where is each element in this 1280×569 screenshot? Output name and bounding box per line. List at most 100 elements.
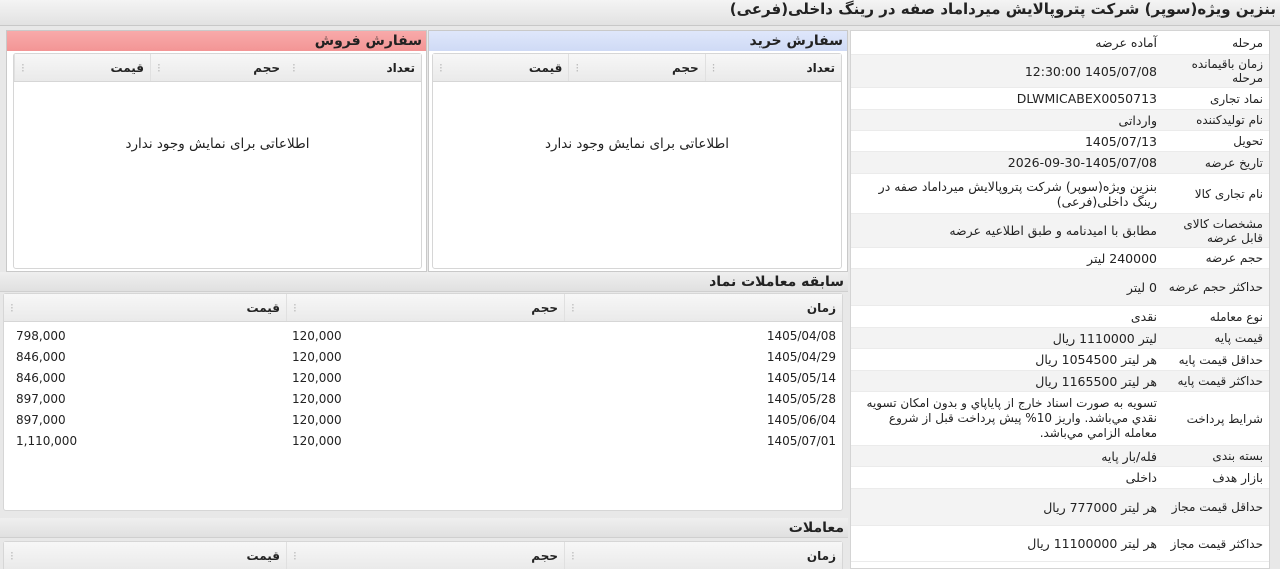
info-label: حداقل قیمت مجاز <box>1171 500 1263 514</box>
buy-orders-empty-message: اطلاعاتی برای نمایش وجود ندارد <box>544 136 730 152</box>
info-row: شرایط پرداخت تسویه به صورت اسناد خارج از … <box>851 392 1269 446</box>
info-value: 1405/07/08 12:30:00 <box>1024 63 1157 79</box>
info-value: لیتر 1110000 ریال <box>1052 330 1157 346</box>
info-label: تاریخ عرضه <box>1204 155 1263 170</box>
trades-grid: زمان ⁝ حجم ⁝ قیمت ⁝ <box>3 541 843 569</box>
column-header-price[interactable]: قیمت ⁝ <box>4 542 286 569</box>
info-row: حداکثر قیمت مجاز هر لیتر 11100000 ریال <box>851 526 1269 562</box>
sell-orders-title: سفارش فروش <box>7 31 426 51</box>
table-row[interactable]: 1405/05/14 120,000 846,000 <box>4 367 842 388</box>
info-value: 240000 لیتر <box>1087 250 1157 266</box>
info-row: حداقل قیمت مجاز هر لیتر 777000 ریال <box>851 489 1269 526</box>
column-resize-icon: ⁝ <box>10 548 14 563</box>
history-header: زمان ⁝ حجم ⁝ قیمت ⁝ <box>4 294 842 322</box>
table-row[interactable]: 1405/04/08 120,000 798,000 <box>4 325 842 346</box>
info-label: بسته بندی <box>1212 449 1263 463</box>
info-row: بسته بندی فله/بار پایه <box>851 446 1269 467</box>
symbol-info-panel: مرحله آماده عرضه زمان باقیمانده مرحله 1405… <box>850 30 1270 569</box>
info-value: 1405/07/13 <box>1084 133 1157 149</box>
info-value: هر لیتر 1165500 ریال <box>1035 373 1157 389</box>
info-row: تحویل 1405/07/13 <box>851 131 1269 152</box>
info-row: حداکثر قیمت پایه هر لیتر 1165500 ریال <box>851 371 1269 392</box>
history-rows: 1405/04/08 120,000 798,000 1405/04/29 120,0… <box>4 322 842 451</box>
column-resize-icon: ⁝ <box>439 60 443 75</box>
column-header-time[interactable]: زمان ⁝ <box>564 542 842 569</box>
sell-orders-panel: سفارش فروش قیمت ⁝ حجم ⁝ تعداد ⁝ اطلاعاتی بر… <box>6 30 427 272</box>
column-header-volume[interactable]: حجم ⁝ <box>286 542 564 569</box>
info-label: قیمت پایه <box>1214 331 1263 345</box>
sell-orders-grid: قیمت ⁝ حجم ⁝ تعداد ⁝ اطلاعاتی برای نمایش وج… <box>13 53 422 269</box>
history-grid: زمان ⁝ حجم ⁝ قیمت ⁝ 1405/04/08 120,000 798,00… <box>3 293 843 511</box>
info-value: فله/بار پایه <box>1101 448 1157 464</box>
info-label: تحویل <box>1233 134 1263 148</box>
column-header-price[interactable]: قیمت ⁝ <box>4 294 286 321</box>
table-row[interactable]: 1405/06/04 120,000 897,000 <box>4 409 842 430</box>
info-label: نوع معامله <box>1209 309 1263 324</box>
column-header-volume[interactable]: حجم ⁝ <box>568 54 704 81</box>
column-resize-icon: ⁝ <box>21 60 25 75</box>
info-row: نام تولیدکننده وارداتی <box>851 110 1269 131</box>
info-row: قیمت پایه لیتر 1110000 ریال <box>851 328 1269 349</box>
column-resize-icon: ⁝ <box>575 60 580 75</box>
info-label: حجم عرضه <box>1205 251 1263 265</box>
column-header-price[interactable]: قیمت ⁝ <box>14 54 150 81</box>
info-label: حداقل قیمت پایه <box>1178 352 1263 367</box>
trades-header: زمان ⁝ حجم ⁝ قیمت ⁝ <box>4 542 842 569</box>
trades-title: معاملات <box>0 518 848 538</box>
info-label: نام تجاری کالا <box>1194 186 1263 201</box>
column-resize-icon: ⁝ <box>292 60 296 75</box>
history-title: سابقه معاملات نماد <box>0 272 848 292</box>
info-row: حداکثر حجم عرضه 0 لیتر <box>851 269 1269 306</box>
info-label: زمان باقیمانده مرحله <box>1191 57 1263 85</box>
info-row: حداقل قیمت پایه هر لیتر 1054500 ریال <box>851 349 1269 371</box>
info-value: نقدی <box>1130 309 1157 324</box>
info-row: نماد تجاری DLWMICABEX0050713 <box>851 88 1269 110</box>
buy-orders-panel: سفارش خرید تعداد ⁝ حجم ⁝ قیمت ⁝ اطلاعاتی بر… <box>428 30 848 272</box>
table-row[interactable]: 1405/07/01 120,000 1,110,000 <box>4 430 842 451</box>
info-value: بنزین ویژه(سوپر) شرکت پتروپالایش میرداما… <box>878 178 1157 209</box>
column-resize-icon: ⁝ <box>293 300 297 315</box>
column-header-volume[interactable]: حجم ⁝ <box>286 294 564 321</box>
info-value: مطابق با امیدنامه و طبق اطلاعیه عرضه <box>949 223 1157 238</box>
buy-orders-title: سفارش خرید <box>429 31 847 51</box>
info-label: مشخصات کالای قابل عرضه <box>1183 216 1263 245</box>
sell-orders-header: قیمت ⁝ حجم ⁝ تعداد ⁝ <box>14 54 421 82</box>
info-row: نام تجاری کالا بنزین ویژه(سوپر) شرکت پترو… <box>851 174 1269 214</box>
column-resize-icon: ⁝ <box>571 548 575 563</box>
column-resize-icon: ⁝ <box>10 300 14 315</box>
column-header-volume[interactable]: حجم ⁝ <box>150 54 286 81</box>
info-label: شرایط پرداخت <box>1186 411 1263 426</box>
info-value: 0 لیتر <box>1126 279 1157 295</box>
info-row: نوع معامله نقدی <box>851 306 1269 328</box>
info-label: حداکثر قیمت مجاز <box>1170 536 1263 551</box>
info-value: 2026-09-30-1405/07/08 <box>1007 155 1157 170</box>
info-label: حداکثر حجم عرضه <box>1168 280 1263 294</box>
column-header-price[interactable]: قیمت ⁝ <box>433 54 568 81</box>
info-label: نماد تجاری <box>1209 91 1263 106</box>
info-value: هر لیتر 1054500 ریال <box>1035 352 1157 367</box>
info-label: نام تولیدکننده <box>1196 113 1263 127</box>
info-row: تاریخ عرضه 2026-09-30-1405/07/08 <box>851 152 1269 174</box>
table-row[interactable]: 1405/05/28 120,000 897,000 <box>4 388 842 409</box>
table-row[interactable]: 1405/04/29 120,000 846,000 <box>4 346 842 367</box>
info-value: هر لیتر 11100000 ریال <box>1027 536 1157 551</box>
page-title: بنزین ویژه(سوپر) شرکت پتروپالایش میرداما… <box>0 0 1280 26</box>
info-label: حداکثر قیمت پایه <box>1177 374 1263 388</box>
info-row: زمان باقیمانده مرحله 1405/07/08 12:30:00 <box>851 55 1269 88</box>
info-label: مرحله <box>1232 35 1263 50</box>
info-value: DLWMICABEX0050713 <box>1016 91 1157 106</box>
info-row: بازار هدف داخلی <box>851 467 1269 489</box>
info-row: مشخصات کالای قابل عرضه مطابق با امیدنامه … <box>851 214 1269 248</box>
info-label: بازار هدف <box>1212 470 1263 485</box>
column-header-count[interactable]: تعداد ⁝ <box>704 54 841 81</box>
column-resize-icon: ⁝ <box>571 300 575 315</box>
sell-orders-empty-message: اطلاعاتی برای نمایش وجود ندارد <box>125 136 310 152</box>
column-header-count[interactable]: تعداد ⁝ <box>286 54 421 81</box>
info-value: داخلی <box>1125 470 1157 485</box>
info-row: مرحله آماده عرضه <box>851 31 1269 55</box>
info-value: هر لیتر 777000 ریال <box>1043 499 1157 515</box>
column-header-time[interactable]: زمان ⁝ <box>564 294 842 321</box>
info-value: تسویه به صورت اسناد خارج از پاياپاي و بد… <box>866 396 1157 440</box>
column-resize-icon: ⁝ <box>157 60 161 75</box>
info-value: آماده عرضه <box>1095 35 1157 50</box>
